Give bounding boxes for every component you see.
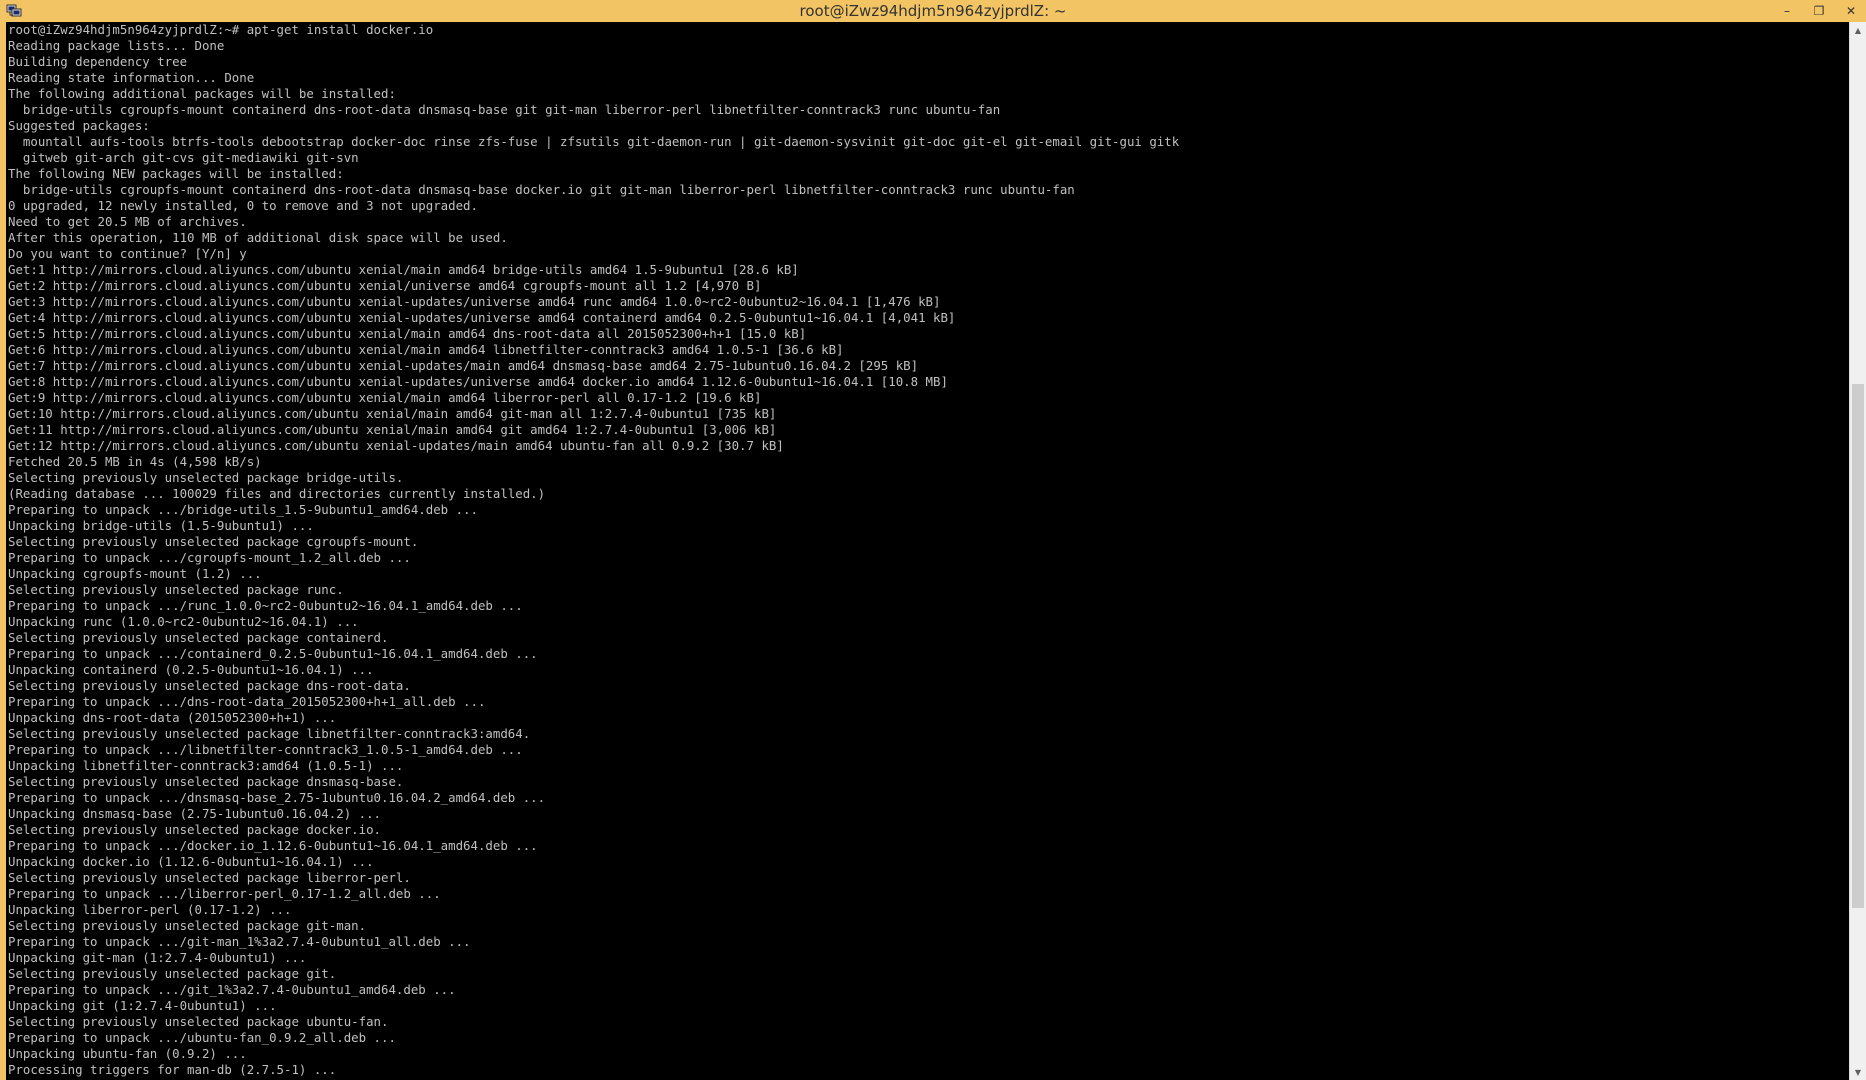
terminal-line: Selecting previously unselected package … [8, 534, 419, 549]
terminal-line: Get:10 http://mirrors.cloud.aliyuncs.com… [8, 406, 777, 421]
terminal-line: Get:11 http://mirrors.cloud.aliyuncs.com… [8, 422, 777, 437]
terminal-line: Preparing to unpack .../liberror-perl_0.… [8, 886, 441, 901]
terminal-line: Unpacking dnsmasq-base (2.75-1ubuntu0.16… [8, 806, 381, 821]
terminal-line: Get:3 http://mirrors.cloud.aliyuncs.com/… [8, 294, 941, 309]
terminal-line: Selecting previously unselected package … [8, 678, 411, 693]
terminal-line: Preparing to unpack .../cgroupfs-mount_1… [8, 550, 411, 565]
window-controls: – ❐ ✕ [1780, 0, 1858, 22]
terminal-line: Selecting previously unselected package … [8, 630, 389, 645]
terminal-line: Get:9 http://mirrors.cloud.aliyuncs.com/… [8, 390, 762, 405]
title-bar[interactable]: root@iZwz94hdjm5n964zyjprdlZ: ~ – ❐ ✕ [0, 0, 1866, 22]
scroll-up-button[interactable]: ▲ [1850, 22, 1866, 38]
terminal-line: Get:2 http://mirrors.cloud.aliyuncs.com/… [8, 278, 762, 293]
terminal-window: root@iZwz94hdjm5n964zyjprdlZ: ~ – ❐ ✕ ro… [0, 0, 1866, 1080]
terminal-line: Preparing to unpack .../containerd_0.2.5… [8, 646, 538, 661]
vertical-scrollbar[interactable]: ▲ ▼ [1849, 22, 1866, 1080]
terminal-line: Selecting previously unselected package … [8, 582, 344, 597]
terminal-line: Reading package lists... Done [8, 38, 225, 53]
terminal-line: Selecting previously unselected package … [8, 822, 381, 837]
terminal-line: Selecting previously unselected package … [8, 774, 404, 789]
terminal-line: Get:7 http://mirrors.cloud.aliyuncs.com/… [8, 358, 919, 373]
terminal-line: Suggested packages: [8, 118, 150, 133]
terminal-line: (Reading database ... 100029 files and d… [8, 486, 546, 501]
minimize-icon: – [1784, 4, 1790, 18]
terminal-line: bridge-utils cgroupfs-mount containerd d… [8, 182, 1075, 197]
terminal-line: Selecting previously unselected package … [8, 726, 531, 741]
terminal-line: Preparing to unpack .../docker.io_1.12.6… [8, 838, 538, 853]
scroll-down-button[interactable]: ▼ [1850, 1064, 1866, 1080]
minimize-button[interactable]: – [1780, 4, 1794, 18]
close-icon: ✕ [1845, 4, 1857, 18]
terminal-line: Unpacking libnetfilter-conntrack3:amd64 … [8, 758, 404, 773]
terminal-line: Unpacking docker.io (1.12.6-0ubuntu1~16.… [8, 854, 374, 869]
terminal-line: Unpacking git (1:2.7.4-0ubuntu1) ... [8, 998, 277, 1013]
terminal-line: Do you want to continue? [Y/n] y [8, 246, 247, 261]
terminal-output[interactable]: root@iZwz94hdjm5n964zyjprdlZ:~# apt-get … [8, 22, 1846, 1080]
window-title: root@iZwz94hdjm5n964zyjprdlZ: ~ [799, 2, 1067, 20]
terminal-line: Selecting previously unselected package … [8, 870, 411, 885]
terminal-line: Unpacking git-man (1:2.7.4-0ubuntu1) ... [8, 950, 307, 965]
terminal-line: Get:4 http://mirrors.cloud.aliyuncs.com/… [8, 310, 956, 325]
restore-button[interactable]: ❐ [1812, 4, 1826, 18]
restore-icon: ❐ [1813, 4, 1825, 18]
terminal-line: Fetched 20.5 MB in 4s (4,598 kB/s) [8, 454, 262, 469]
terminal-line: Get:6 http://mirrors.cloud.aliyuncs.com/… [8, 342, 844, 357]
terminal-line: gitweb git-arch git-cvs git-mediawiki gi… [8, 150, 359, 165]
terminal-line: Get:12 http://mirrors.cloud.aliyuncs.com… [8, 438, 784, 453]
terminal-line: Get:1 http://mirrors.cloud.aliyuncs.com/… [8, 262, 799, 277]
terminal-line: Preparing to unpack .../dns-root-data_20… [8, 694, 486, 709]
terminal-line: root@iZwz94hdjm5n964zyjprdlZ:~# apt-get … [8, 22, 434, 37]
terminal-line: Preparing to unpack .../git_1%3a2.7.4-0u… [8, 982, 456, 997]
terminal-line: The following NEW packages will be insta… [8, 166, 344, 181]
terminal-line: Preparing to unpack .../runc_1.0.0~rc2-0… [8, 598, 523, 613]
chevron-down-icon: ▼ [1854, 1067, 1862, 1077]
terminal-line: Unpacking runc (1.0.0~rc2-0ubuntu2~16.04… [8, 614, 359, 629]
terminal-line: Selecting previously unselected package … [8, 470, 404, 485]
terminal-frame: root@iZwz94hdjm5n964zyjprdlZ:~# apt-get … [6, 22, 1866, 1080]
terminal-line: Need to get 20.5 MB of archives. [8, 214, 247, 229]
terminal-line: Get:8 http://mirrors.cloud.aliyuncs.com/… [8, 374, 948, 389]
terminal-line: The following additional packages will b… [8, 86, 396, 101]
terminal-line: bridge-utils cgroupfs-mount containerd d… [8, 102, 1001, 117]
chevron-up-icon: ▲ [1854, 25, 1862, 35]
terminal-line: Preparing to unpack .../libnetfilter-con… [8, 742, 523, 757]
terminal-line: Get:5 http://mirrors.cloud.aliyuncs.com/… [8, 326, 807, 341]
terminal-line: 0 upgraded, 12 newly installed, 0 to rem… [8, 198, 478, 213]
terminal-line: Preparing to unpack .../git-man_1%3a2.7.… [8, 934, 471, 949]
scroll-thumb[interactable] [1852, 384, 1864, 908]
terminal-line: Building dependency tree [8, 54, 188, 69]
close-button[interactable]: ✕ [1844, 4, 1858, 18]
terminal-line: Unpacking bridge-utils (1.5-9ubuntu1) ..… [8, 518, 314, 533]
terminal-line: Preparing to unpack .../dnsmasq-base_2.7… [8, 790, 546, 805]
terminal-line: Unpacking containerd (0.2.5-0ubuntu1~16.… [8, 662, 374, 677]
terminal-line: Processing triggers for man-db (2.7.5-1)… [8, 1062, 337, 1077]
terminal-line: Unpacking dns-root-data (2015052300+h+1)… [8, 710, 337, 725]
terminal-line: Preparing to unpack .../ubuntu-fan_0.9.2… [8, 1030, 396, 1045]
terminal-line: Unpacking liberror-perl (0.17-1.2) ... [8, 902, 292, 917]
terminal-line: Preparing to unpack .../bridge-utils_1.5… [8, 502, 478, 517]
terminal-line: Reading state information... Done [8, 70, 255, 85]
terminal-line: Selecting previously unselected package … [8, 918, 367, 933]
terminal-line: Unpacking ubuntu-fan (0.9.2) ... [8, 1046, 247, 1061]
terminal-line: Unpacking cgroupfs-mount (1.2) ... [8, 566, 262, 581]
terminal-line: mountall aufs-tools btrfs-tools debootst… [8, 134, 1180, 149]
terminal-line: Selecting previously unselected package … [8, 966, 337, 981]
terminal-line: After this operation, 110 MB of addition… [8, 230, 508, 245]
terminal-line: Selecting previously unselected package … [8, 1014, 389, 1029]
